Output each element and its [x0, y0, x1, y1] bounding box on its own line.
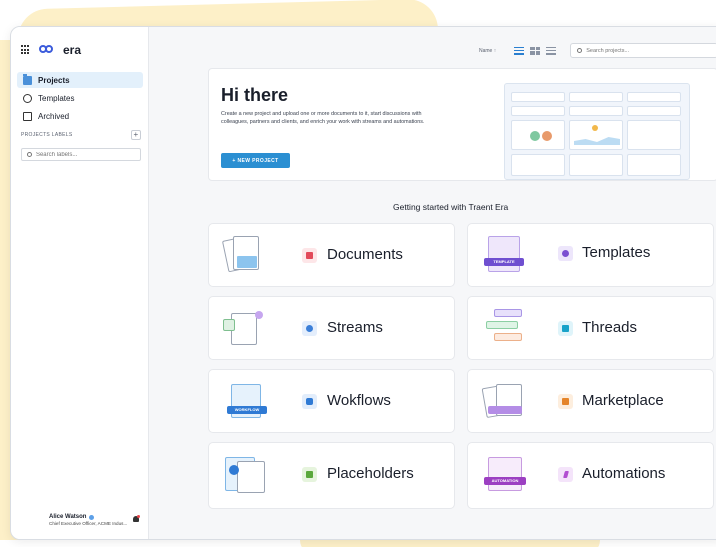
card-marketplace[interactable]: Marketplace: [467, 369, 714, 433]
folder-icon: [23, 73, 32, 85]
card-documents[interactable]: Documents: [208, 223, 455, 287]
card-templates[interactable]: TEMPLATE Templates: [467, 223, 714, 287]
sidebar-item-label: Templates: [38, 93, 75, 103]
sidebar-item-archived[interactable]: Archived: [17, 108, 143, 124]
sidebar: era Projects Templates Archived PROJECTS…: [11, 27, 149, 539]
user-name: Alice Watson: [49, 514, 87, 520]
welcome-description: Create a new project and upload one or m…: [221, 111, 425, 125]
project-search-box: [570, 43, 716, 58]
app-window: era Projects Templates Archived PROJECTS…: [10, 26, 716, 540]
document-icon: [302, 248, 317, 263]
section-title: Getting started with Traent Era: [393, 202, 509, 212]
card-label: Marketplace: [582, 392, 664, 409]
placeholders-icon: [302, 467, 317, 482]
marketplace-icon: [558, 394, 573, 409]
sidebar-item-projects[interactable]: Projects: [17, 72, 143, 88]
new-project-button[interactable]: + NEW PROJECT: [221, 153, 290, 168]
card-label: Automations: [582, 465, 666, 482]
status-icon: [89, 514, 95, 520]
list-view-icon[interactable]: [514, 46, 525, 55]
card-threads[interactable]: Threads: [467, 296, 714, 360]
streams-icon: [302, 321, 317, 336]
workflows-illustration: WORKFLOW: [221, 378, 271, 424]
user-role: Chief Executive Officer, ACME Indus...: [49, 521, 128, 526]
search-icon: [27, 152, 32, 157]
card-workflows[interactable]: WORKFLOW Wokflows: [208, 369, 455, 433]
toolbar: Name ↑: [479, 43, 716, 58]
documents-illustration: [221, 232, 271, 278]
user-profile[interactable]: Alice Watson Chief Executive Officer, AC…: [49, 514, 127, 526]
automations-icon: [558, 467, 573, 482]
labels-section-header: PROJECTS LABELS +: [21, 130, 141, 140]
compact-view-icon[interactable]: [546, 46, 557, 55]
label-search-box: [21, 148, 141, 161]
label-search-input[interactable]: [35, 151, 135, 158]
workflows-icon: [302, 394, 317, 409]
grid-view-icon[interactable]: [530, 46, 541, 55]
labels-heading: PROJECTS LABELS: [21, 132, 73, 138]
notification-bell-icon[interactable]: [132, 515, 140, 524]
brand-name: era: [63, 43, 82, 57]
automations-illustration: AUTOMATION: [480, 451, 530, 497]
add-label-button[interactable]: +: [131, 130, 141, 140]
brand: era: [21, 43, 81, 57]
marketplace-illustration: [480, 378, 530, 424]
card-label: Threads: [582, 319, 638, 336]
card-label: Templates: [582, 244, 651, 261]
project-search-input[interactable]: [586, 47, 707, 54]
templates-icon: [558, 246, 573, 261]
archive-icon: [23, 111, 32, 121]
threads-icon: [558, 321, 573, 336]
card-label: Wokflows: [327, 392, 391, 409]
sidebar-nav: Projects Templates Archived: [17, 72, 143, 126]
sidebar-item-label: Projects: [38, 75, 70, 85]
card-label: Placeholders: [327, 465, 414, 482]
welcome-panel: Hi there Create a new project and upload…: [208, 68, 716, 181]
era-logo-icon: [39, 44, 55, 56]
templates-icon: [23, 93, 32, 103]
user-name-row: Alice Watson: [49, 514, 127, 520]
streams-illustration: [221, 305, 271, 351]
sort-dropdown[interactable]: Name ↑: [479, 48, 496, 54]
sidebar-item-label: Archived: [38, 111, 70, 121]
threads-illustration: [480, 305, 530, 351]
search-icon: [577, 48, 583, 53]
card-label: Documents: [327, 246, 403, 263]
card-streams[interactable]: Streams: [208, 296, 455, 360]
dashboard-illustration: [504, 83, 690, 180]
card-label: Streams: [327, 319, 383, 336]
placeholders-illustration: [221, 451, 271, 497]
apps-grid-icon[interactable]: [21, 45, 31, 55]
card-automations[interactable]: AUTOMATION Automations: [467, 442, 714, 509]
card-placeholders[interactable]: Placeholders: [208, 442, 455, 509]
templates-illustration: TEMPLATE: [480, 232, 530, 278]
page-title: Hi there: [221, 85, 289, 105]
sidebar-item-templates[interactable]: Templates: [17, 90, 143, 106]
